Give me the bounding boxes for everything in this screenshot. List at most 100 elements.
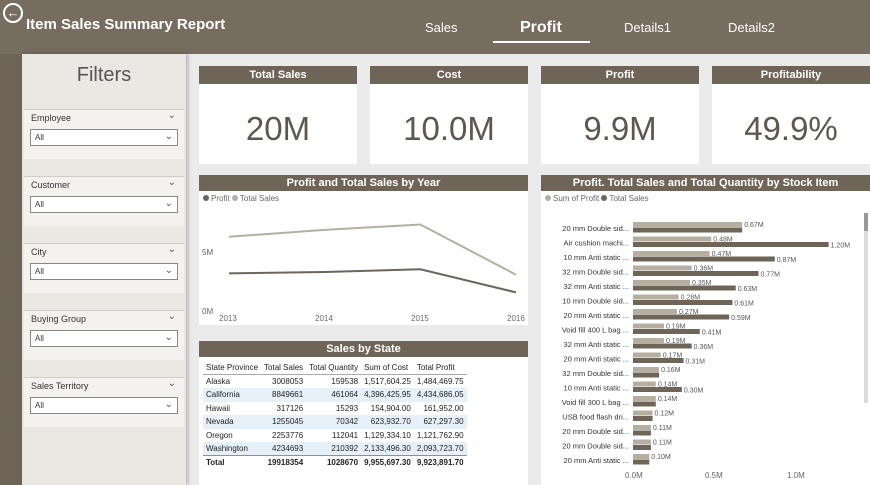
profit-sales-by-year-chart[interactable]: Profit and Total Sales by Year Profit To…	[199, 175, 528, 325]
x-tick-label: 2014	[315, 314, 333, 323]
data-label: 0.12M	[655, 411, 675, 418]
data-label: 0.61M	[734, 301, 754, 308]
data-label: 0.63M	[738, 286, 758, 293]
profit-bar[interactable]	[633, 265, 692, 271]
chevron-down-icon: ⌄	[164, 332, 173, 343]
table-row[interactable]: Washington 4234693 210392 2,133,496.30 2…	[203, 442, 467, 456]
profit-bar[interactable]	[633, 381, 656, 387]
slicer-label: City	[31, 247, 47, 257]
customer-dropdown[interactable]: All ⌄	[30, 196, 178, 213]
chevron-down-icon[interactable]: ⌄	[168, 244, 176, 255]
city-dropdown[interactable]: All ⌄	[30, 263, 178, 280]
profit-bar[interactable]	[633, 251, 710, 256]
profit-bar[interactable]	[633, 294, 679, 300]
slicer-city: City ⌄ All ⌄	[24, 243, 184, 293]
column-header[interactable]: Total Quantity	[306, 361, 362, 375]
profit-bar[interactable]	[633, 323, 664, 329]
sales-bar[interactable]	[633, 416, 653, 421]
sales-bar[interactable]	[633, 227, 743, 233]
chevron-down-icon[interactable]: ⌄	[168, 110, 176, 121]
data-label: 0.14M	[658, 396, 678, 403]
profit-bar[interactable]	[633, 222, 743, 227]
dropdown-value: All	[35, 133, 44, 142]
profit-bar[interactable]	[633, 439, 651, 445]
chevron-down-icon[interactable]: ⌄	[168, 311, 176, 322]
chevron-down-icon[interactable]: ⌄	[168, 378, 176, 389]
profit-bar[interactable]	[633, 309, 678, 314]
table-cell: 2,133,496.30	[361, 442, 414, 456]
sales-bar[interactable]	[633, 445, 651, 450]
profit-bar[interactable]	[633, 352, 661, 358]
category-label: Air cushion machi...	[564, 239, 629, 248]
data-label: 0.27M	[679, 309, 699, 316]
table-row[interactable]: California 8849661 461064 4,396,425.95 4…	[203, 388, 467, 402]
left-strip	[0, 54, 22, 485]
x-tick-label: 2016	[507, 314, 525, 323]
series-line-profit[interactable]	[228, 268, 517, 294]
table-row[interactable]: Oregon 2253776 112041 1,129,334.10 1,121…	[203, 429, 467, 443]
scrollbar-thumb[interactable]	[864, 213, 868, 231]
card-total-sales[interactable]: Total Sales 20M	[199, 66, 357, 164]
profit-bar[interactable]	[633, 338, 664, 343]
profit-bar[interactable]	[633, 425, 651, 430]
card-profit[interactable]: Profit 9.9M	[541, 66, 699, 164]
table-row[interactable]: Nevada 1255045 70342 623,932.70 627,297.…	[203, 415, 467, 429]
category-label: Void fill 400 L bag ...	[562, 326, 629, 335]
category-label: 20 mm Double sid...	[562, 427, 629, 436]
sales-territory-dropdown[interactable]: All ⌄	[30, 397, 178, 414]
dropdown-value: All	[35, 267, 44, 276]
buying-group-dropdown[interactable]: All ⌄	[30, 330, 178, 347]
series-line-total-sales[interactable]	[228, 223, 517, 276]
table-cell: 9,955,697.30	[361, 455, 414, 469]
table-cell: 9,923,891.70	[413, 455, 467, 469]
table-cell: 1,121,762.90	[416, 430, 464, 440]
profit-bar[interactable]	[633, 236, 712, 242]
chevron-down-icon[interactable]: ⌄	[168, 177, 176, 188]
dropdown-value: All	[35, 401, 44, 410]
sales-by-state-table[interactable]: Sales by State State Province Total Sale…	[199, 341, 528, 485]
sales-bar[interactable]	[633, 430, 651, 436]
profit-bar[interactable]	[633, 410, 653, 416]
employee-dropdown[interactable]: All ⌄	[30, 129, 178, 146]
column-header[interactable]: State Province	[203, 361, 262, 375]
table-cell: 4,434,686.05	[413, 388, 467, 402]
stock-item-bar-chart[interactable]: Profit. Total Sales and Total Quantity b…	[541, 175, 870, 485]
category-label: 20 mm Double sid...	[562, 224, 629, 233]
column-header[interactable]: Total Sales	[261, 361, 307, 375]
data-label: 0.41M	[702, 330, 722, 337]
data-label: 1.20M	[831, 243, 851, 250]
table-cell: 15293	[335, 403, 359, 413]
y-tick-label: 0M	[202, 307, 213, 316]
column-header[interactable]: Total Profit	[413, 361, 467, 375]
data-label: 0.35M	[692, 280, 712, 287]
category-label: 32 mm Double sid...	[562, 369, 629, 378]
sales-bar[interactable]	[633, 285, 736, 291]
data-label: 0.36M	[694, 266, 714, 273]
line-chart-canvas: 5M 0M 2013 2014 2015 2016	[202, 223, 525, 323]
sales-bar[interactable]	[633, 256, 775, 262]
table-row[interactable]: Hawaii 317126 15293 154,904.00 161,952.0…	[203, 402, 467, 416]
back-arrow-icon[interactable]: ←	[3, 3, 23, 23]
profit-bar[interactable]	[633, 454, 650, 459]
tab-profit[interactable]: Profit	[520, 19, 562, 37]
data-label: 0.48M	[713, 237, 733, 244]
sales-bar[interactable]	[633, 372, 660, 378]
profit-bar[interactable]	[633, 280, 691, 285]
profit-bar[interactable]	[633, 367, 660, 372]
table-row[interactable]: Alaska 3008053 159538 1,517,604.25 1,484…	[203, 375, 467, 389]
category-label: 10 mm Anti static ...	[564, 253, 629, 262]
card-cost[interactable]: Cost 10.0M	[370, 66, 528, 164]
tab-details2[interactable]: Details2	[728, 20, 775, 35]
sales-bar[interactable]	[633, 459, 650, 465]
data-label: 0.19M	[666, 324, 686, 331]
category-label: 10 mm Double sid...	[562, 297, 629, 306]
profit-bar[interactable]	[633, 396, 656, 401]
tab-sales[interactable]: Sales	[425, 20, 458, 35]
card-profitability[interactable]: Profitability 49.9%	[712, 66, 870, 164]
table-header-row: State Province Total Sales Total Quantit…	[203, 361, 467, 375]
column-header[interactable]: Sum of Cost	[361, 361, 414, 375]
table-cell: 8849661	[261, 388, 307, 402]
sales-bar[interactable]	[633, 401, 656, 407]
chart-scrollbar[interactable]	[864, 213, 868, 403]
tab-details1[interactable]: Details1	[624, 20, 671, 35]
